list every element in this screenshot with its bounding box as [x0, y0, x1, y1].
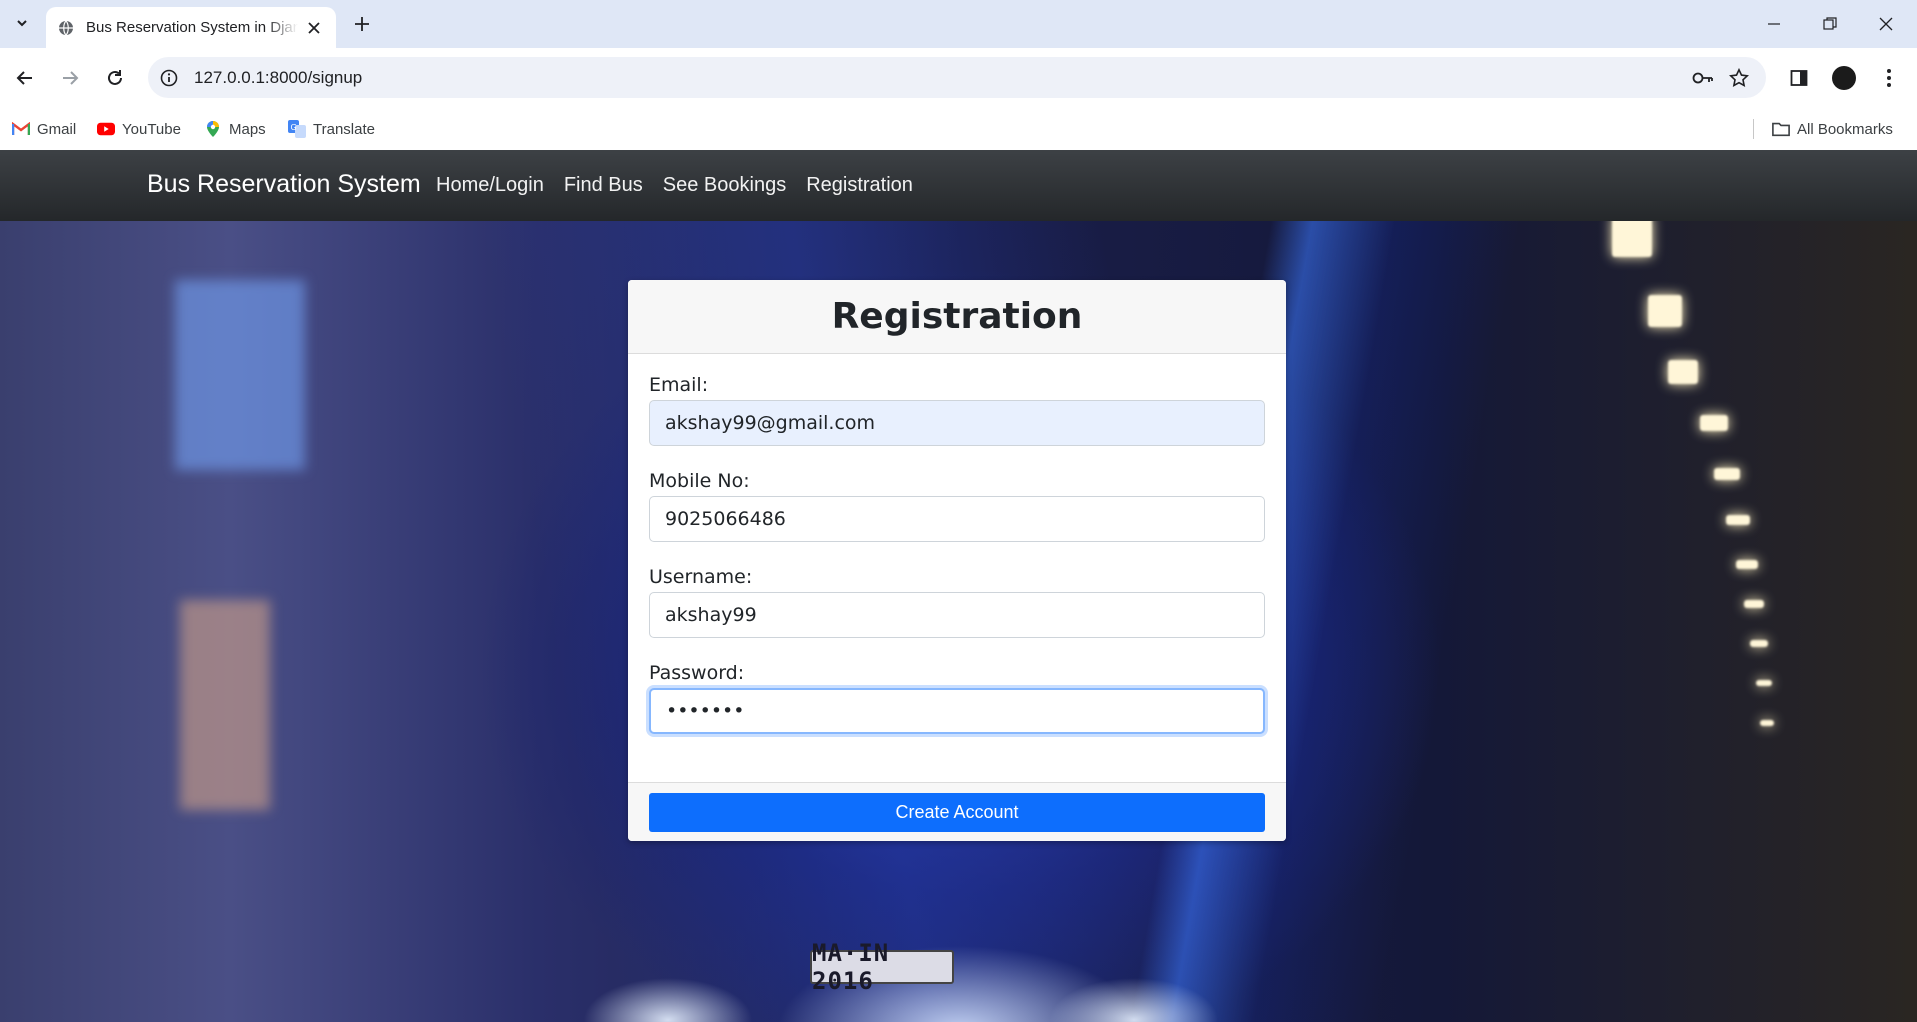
- site-navbar: Bus Reservation System Home/Login Find B…: [0, 150, 1917, 221]
- nav-home-login[interactable]: Home/Login: [436, 174, 544, 197]
- tab-title: Bus Reservation System in Django: [86, 19, 298, 36]
- arrow-left-icon: [16, 71, 32, 85]
- password-field[interactable]: [649, 688, 1265, 734]
- minimize-button[interactable]: [1760, 10, 1788, 38]
- maps-icon: [204, 120, 222, 138]
- nav-registration[interactable]: Registration: [806, 174, 913, 197]
- bookmark-label: YouTube: [122, 120, 181, 138]
- close-icon: [1879, 17, 1893, 31]
- page-content: MA·IN 2016 Bus Reservation System Home/L…: [0, 150, 1917, 1022]
- new-tab-button[interactable]: [350, 12, 374, 36]
- bookmark-label: Maps: [229, 120, 266, 138]
- tab-strip: Bus Reservation System in Django: [0, 0, 1917, 48]
- registration-form: Email: Mobile No: Username: Password:: [628, 354, 1286, 782]
- nav-links: Home/Login Find Bus See Bookings Registr…: [436, 174, 933, 197]
- avatar: [1832, 66, 1856, 90]
- bookmark-youtube[interactable]: YouTube: [97, 117, 181, 141]
- restore-button[interactable]: [1816, 10, 1844, 38]
- password-group: Password:: [649, 662, 1266, 734]
- bookmark-maps[interactable]: Maps: [204, 117, 266, 141]
- mobile-field[interactable]: [649, 496, 1265, 542]
- gmail-icon: [12, 120, 30, 138]
- restore-icon: [1823, 17, 1837, 30]
- reload-icon: [108, 70, 122, 85]
- page-title: Registration: [831, 296, 1083, 337]
- svg-text:G: G: [291, 123, 297, 132]
- tab-close-icon[interactable]: [304, 18, 324, 38]
- bookmarks-divider: [1753, 119, 1754, 139]
- card-footer: Create Account: [628, 782, 1286, 841]
- bookmark-translate[interactable]: G Translate: [288, 117, 375, 141]
- minimize-icon: [1768, 23, 1780, 25]
- registration-card: Registration Email: Mobile No: Username:…: [628, 280, 1286, 841]
- more-vert-icon: [1887, 69, 1891, 87]
- nav-find-bus[interactable]: Find Bus: [564, 174, 643, 197]
- nav-see-bookings[interactable]: See Bookings: [663, 174, 786, 197]
- card-header: Registration: [628, 280, 1286, 354]
- all-bookmarks-button[interactable]: All Bookmarks: [1772, 117, 1893, 141]
- bookmark-gmail[interactable]: Gmail: [12, 117, 76, 141]
- mobile-group: Mobile No:: [649, 470, 1266, 542]
- translate-icon: G: [288, 120, 306, 138]
- menu-button[interactable]: [1874, 63, 1904, 93]
- folder-icon: [1772, 120, 1790, 138]
- email-group: Email:: [649, 374, 1266, 446]
- side-panel-button[interactable]: [1784, 63, 1814, 93]
- globe-icon: [58, 20, 74, 36]
- close-window-button[interactable]: [1872, 10, 1900, 38]
- all-bookmarks-label: All Bookmarks: [1797, 120, 1893, 138]
- url-text: 127.0.0.1:8000/signup: [194, 68, 363, 87]
- arrow-right-icon: [63, 71, 79, 85]
- forward-button[interactable]: [55, 63, 85, 93]
- side-panel-icon: [1790, 70, 1808, 86]
- create-account-button[interactable]: Create Account: [649, 793, 1265, 832]
- password-label: Password:: [649, 662, 745, 684]
- username-label: Username:: [649, 566, 753, 588]
- active-tab[interactable]: Bus Reservation System in Django: [46, 7, 336, 48]
- bookmarks-bar: Gmail YouTube Maps G Translate All Bookm…: [0, 108, 1917, 150]
- site-brand[interactable]: Bus Reservation System: [147, 170, 421, 199]
- star-icon[interactable]: [1728, 67, 1750, 89]
- username-group: Username:: [649, 566, 1266, 638]
- browser-toolbar: 127.0.0.1:8000/signup: [0, 48, 1917, 108]
- bookmark-label: Translate: [313, 120, 375, 138]
- license-plate: MA·IN 2016: [810, 939, 954, 995]
- youtube-icon: [97, 120, 115, 138]
- address-bar[interactable]: 127.0.0.1:8000/signup: [148, 57, 1766, 98]
- back-button[interactable]: [10, 63, 40, 93]
- bookmark-label: Gmail: [37, 120, 77, 138]
- chevron-down-icon: [17, 20, 27, 27]
- key-icon[interactable]: [1692, 67, 1714, 89]
- email-label: Email:: [649, 374, 709, 396]
- site-info-icon[interactable]: [158, 67, 180, 89]
- profile-button[interactable]: [1829, 63, 1859, 93]
- mobile-label: Mobile No:: [649, 470, 750, 492]
- email-field[interactable]: [649, 400, 1265, 446]
- reload-button[interactable]: [100, 63, 130, 93]
- tab-search-button[interactable]: [10, 11, 34, 35]
- username-field[interactable]: [649, 592, 1265, 638]
- plus-icon: [355, 17, 369, 31]
